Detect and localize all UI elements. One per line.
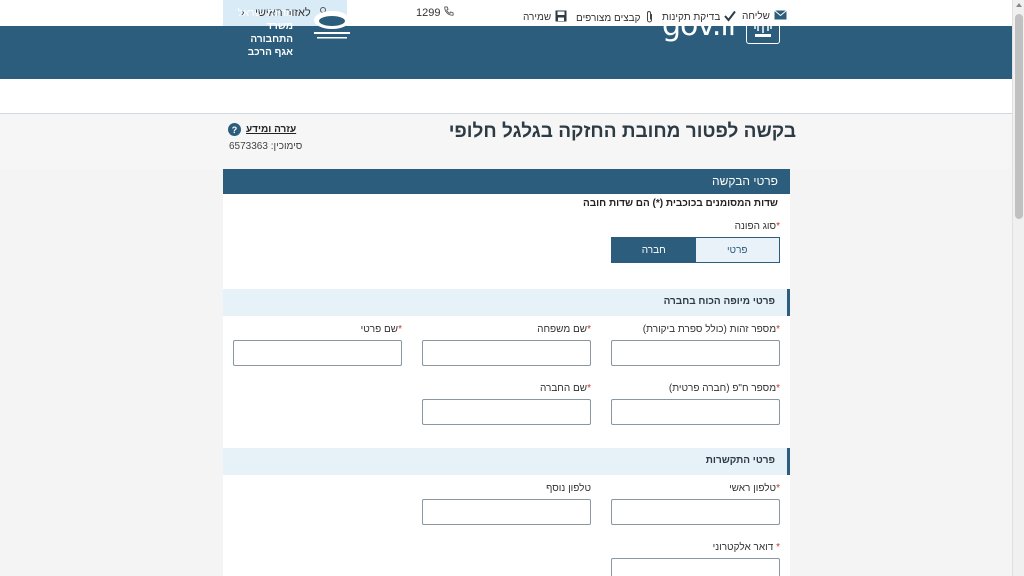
extra-phone-label: טלפון נוסף: [546, 483, 591, 494]
validate-label: בדיקת תקינות: [662, 12, 721, 23]
help-label: עזרה ומידע: [246, 124, 297, 135]
extra-phone-input[interactable]: [422, 499, 591, 525]
help-link[interactable]: ? עזרה ומידע: [228, 123, 296, 136]
phone-icon: [443, 6, 455, 20]
phone-link[interactable]: 1299: [416, 6, 455, 20]
scrollbar-thumb[interactable]: [1015, 14, 1023, 219]
last-name-label: *שם משפחה: [537, 324, 591, 335]
company-number-label: *מספר ח"פ (חברה פרטית): [668, 383, 780, 394]
page-title: בקשה לפטור מחובת החזקה בגלגל חלופי: [448, 121, 796, 142]
attachments-label: קבצים מצורפים: [576, 13, 641, 24]
first-name-label: *שם פרטי: [360, 324, 402, 335]
ministry-name: מדינת ישראל משרד התחבורה אגף הרכב: [237, 7, 293, 59]
company-number-input[interactable]: [611, 399, 780, 425]
email-label: * דואר אלקטרוני: [712, 542, 780, 553]
save-label: שמירה: [523, 12, 552, 23]
last-name-input[interactable]: [422, 340, 591, 366]
section-title: פרטי מיופה הכוח בחברה: [663, 296, 775, 307]
validate-button[interactable]: בדיקת תקינות: [662, 10, 737, 25]
required-mark: *: [776, 221, 780, 232]
attachments-button[interactable]: קבצים מצורפים: [576, 10, 654, 27]
ministry-department: אגף הרכב: [247, 47, 293, 58]
site-header: [0, 26, 1012, 79]
form-header: פרטי הבקשה: [223, 169, 790, 194]
reference-number: סימוכין: 6573363: [229, 141, 303, 152]
main-phone-label: *טלפון ראשי: [729, 483, 780, 494]
floppy-disk-icon: [555, 10, 567, 25]
scroll-up-arrow-icon[interactable]: [1016, 3, 1022, 7]
email-input[interactable]: [611, 558, 780, 576]
form-toolbar: [0, 79, 1012, 114]
applicant-type-toggle[interactable]: חברה פרטי: [611, 237, 780, 263]
required-fields-note: שדות המסומנים בכוכבית (*) הם שדות חובה: [583, 198, 778, 209]
checkmark-icon: [724, 10, 737, 25]
ministry-logo-icon: [310, 8, 354, 44]
question-mark-icon: ?: [228, 123, 241, 136]
company-name-label: *שם החברה: [539, 383, 591, 394]
top-bar: [0, 0, 1012, 26]
option-private[interactable]: פרטי: [695, 238, 779, 262]
main-phone-input[interactable]: [611, 499, 780, 525]
applicant-type-label: *סוג הפונה: [734, 221, 780, 232]
paperclip-icon: [645, 10, 654, 27]
send-button[interactable]: שליחה: [742, 10, 787, 23]
section-contact-details: פרטי התקשרות: [223, 448, 790, 475]
send-label: שליחה: [742, 11, 770, 22]
page-scrollbar[interactable]: [1012, 0, 1024, 576]
company-name-input[interactable]: [422, 399, 591, 425]
envelope-icon: [774, 10, 787, 23]
id-number-label: *מספר זהות (כולל ספרת ביקורת): [642, 324, 780, 335]
ministry-office: משרד התחבורה: [250, 21, 293, 45]
option-company[interactable]: חברה: [612, 238, 696, 262]
phone-number: 1299: [416, 7, 441, 19]
request-form: פרטי הבקשה שדות המסומנים בכוכבית (*) הם …: [223, 169, 790, 576]
first-name-input[interactable]: [233, 340, 402, 366]
section-title: פרטי התקשרות: [705, 455, 775, 466]
ministry-state: מדינת ישראל: [237, 8, 293, 19]
section-authorized-representative: פרטי מיופה הכוח בחברה: [223, 289, 790, 316]
id-number-input[interactable]: [611, 340, 780, 366]
save-button[interactable]: שמירה: [523, 10, 567, 25]
